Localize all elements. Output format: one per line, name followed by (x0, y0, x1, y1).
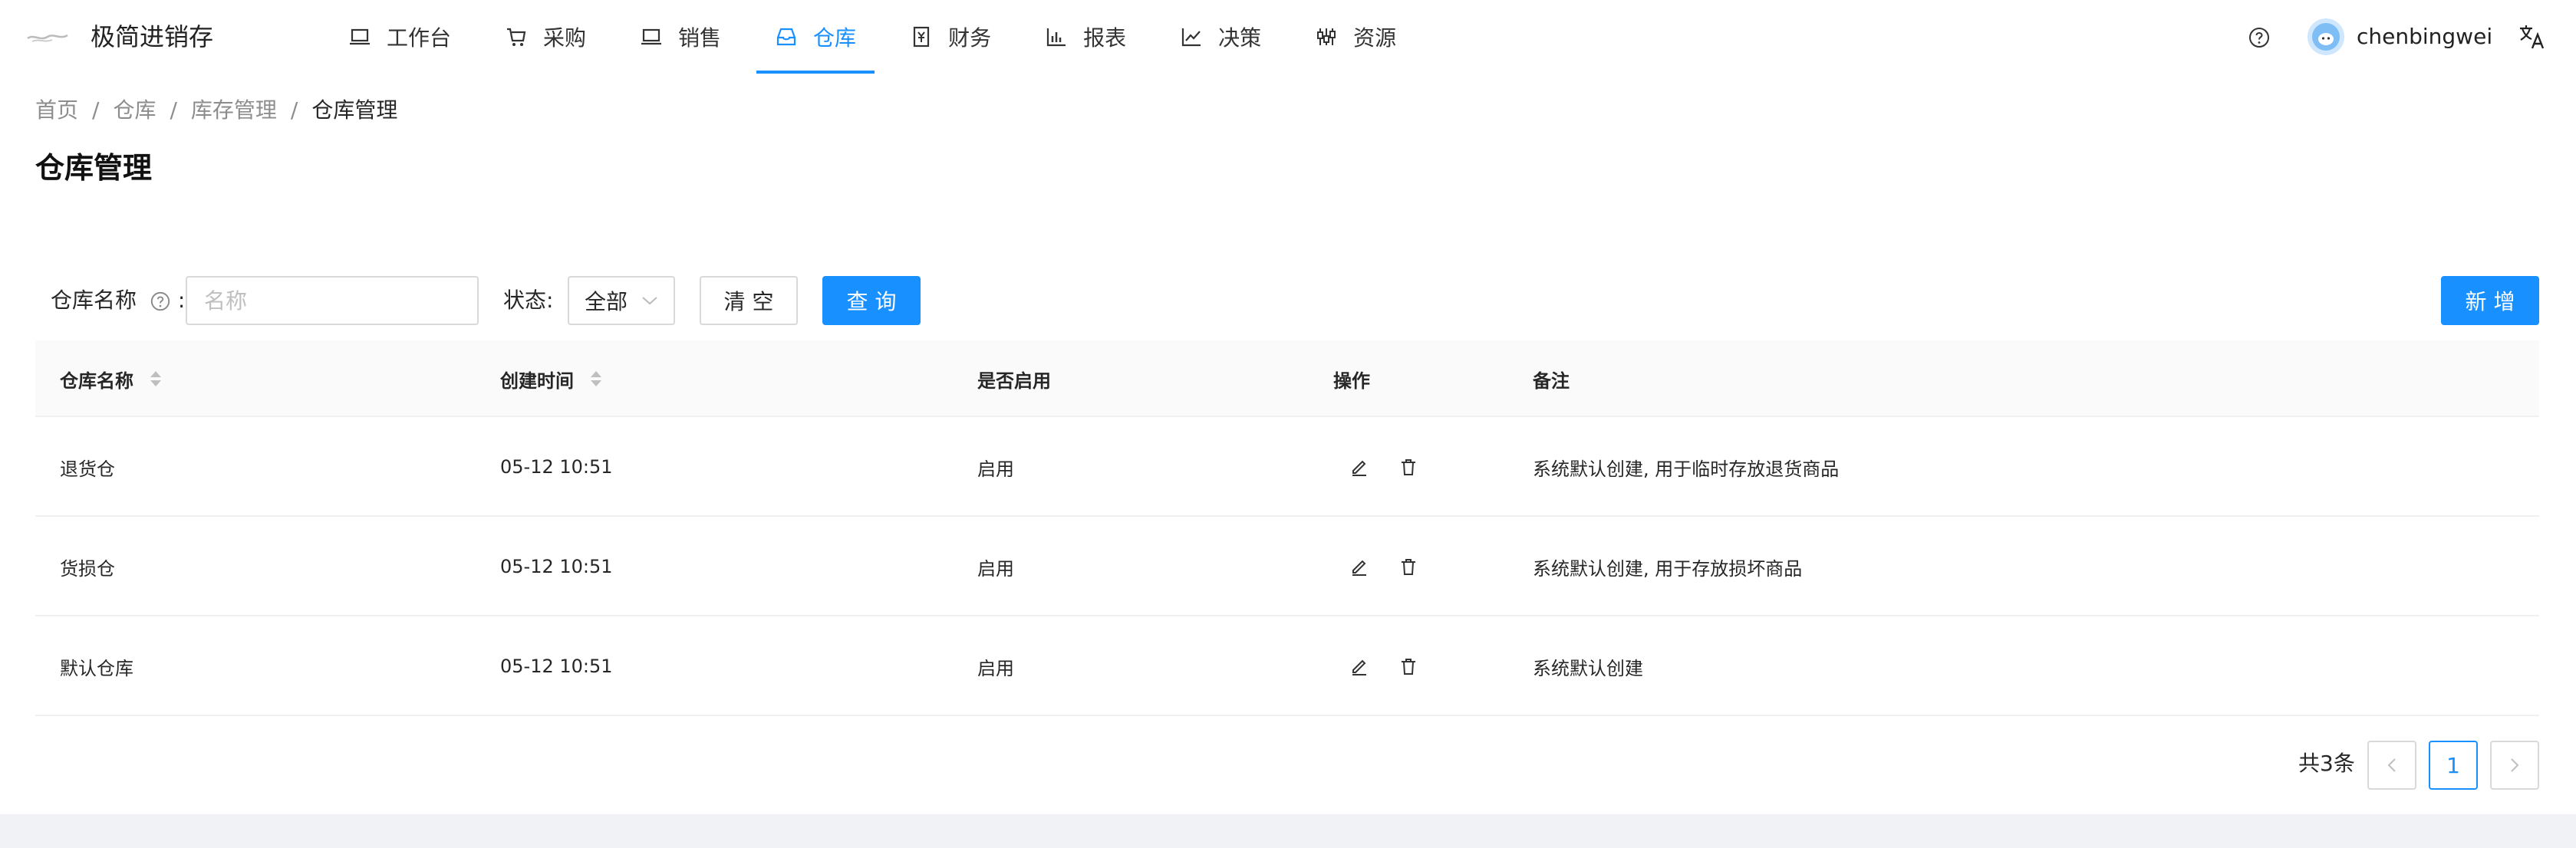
nav-label: 销售 (678, 25, 722, 51)
clear-button[interactable]: 清 空 (700, 276, 798, 325)
inbox-icon (776, 28, 796, 46)
column-header-note: 备注 (1533, 370, 1570, 392)
nav-label: 工作台 (387, 25, 452, 51)
edit-icon[interactable] (1349, 656, 1370, 677)
table-row: 默认仓库 05-12 10:51 启用 系统默认创建 (35, 616, 2539, 716)
cell-actions (1349, 517, 1419, 616)
filter-label-text: 仓库名称 (51, 288, 137, 313)
warehouse-name-input[interactable] (186, 276, 479, 325)
breadcrumb-separator: / (170, 97, 177, 123)
nav-label: 决策 (1218, 25, 1262, 51)
cell-enabled: 启用 (977, 458, 1014, 480)
delete-icon[interactable] (1398, 656, 1419, 677)
cell-enabled: 启用 (977, 657, 1014, 679)
breadcrumb-separator: / (92, 97, 100, 123)
nav-item-workbench[interactable]: 工作台 (330, 0, 469, 74)
breadcrumb-inventory[interactable]: 库存管理 (191, 95, 277, 126)
nav-item-warehouse[interactable]: 仓库 (756, 0, 875, 74)
column-header-created[interactable]: 创建时间 (500, 340, 601, 417)
main-nav: 工作台 采购 销售 仓库 财务 报表 决策 资源 (330, 0, 1431, 74)
query-button[interactable]: 查 询 (822, 276, 921, 325)
add-button[interactable]: 新 增 (2441, 276, 2539, 325)
breadcrumb-warehouse[interactable]: 仓库 (113, 95, 156, 126)
nav-label: 仓库 (813, 25, 857, 51)
filter-label-colon: : (177, 288, 186, 313)
breadcrumb: 首页 / 仓库 / 库存管理 / 仓库管理 (35, 95, 397, 126)
nav-item-decision[interactable]: 决策 (1161, 0, 1280, 74)
logo-icon (27, 34, 68, 42)
table-row: 退货仓 05-12 10:51 启用 系统默认创建, 用于临时存放退货商品 (35, 417, 2539, 517)
nav-label: 报表 (1083, 25, 1127, 51)
cell-note: 系统默认创建 (1533, 657, 1643, 679)
app-title: 极简进销存 (91, 22, 214, 51)
avatar-icon (2312, 23, 2340, 51)
avatar[interactable] (2308, 18, 2344, 55)
nav-item-sales[interactable]: 销售 (621, 0, 740, 74)
pagination-total: 共3条 (2298, 751, 2355, 776)
nav-label: 资源 (1353, 25, 1397, 51)
sort-icon[interactable] (591, 371, 601, 386)
column-header-name[interactable]: 仓库名称 (60, 340, 161, 417)
breadcrumb-separator: / (290, 97, 298, 123)
chevron-left-icon (2387, 758, 2396, 772)
breadcrumb-home[interactable]: 首页 (35, 95, 78, 126)
chevron-down-icon (642, 297, 657, 305)
cell-name: 退货仓 (60, 458, 115, 480)
cell-created: 05-12 10:51 (500, 556, 613, 577)
nav-label: 财务 (948, 25, 992, 51)
column-header-actions: 操作 (1333, 370, 1370, 392)
delete-icon[interactable] (1398, 456, 1419, 478)
pagination-next-button[interactable] (2490, 741, 2539, 790)
page-title: 仓库管理 (35, 151, 153, 185)
cell-name: 货损仓 (60, 557, 115, 580)
nav-item-reports[interactable]: 报表 (1026, 0, 1145, 74)
main-content: 首页 / 仓库 / 库存管理 / 仓库管理 仓库管理 仓库名称 : 状态: 全部… (0, 74, 2576, 814)
pagination-page-1[interactable]: 1 (2429, 741, 2478, 790)
status-filter-label: 状态: (503, 288, 554, 313)
nav-item-resources[interactable]: 资源 (1296, 0, 1415, 74)
cell-note: 系统默认创建, 用于临时存放退货商品 (1533, 458, 1840, 480)
column-title: 创建时间 (500, 370, 574, 392)
laptop-icon (641, 28, 662, 45)
sort-icon[interactable] (150, 371, 161, 386)
pagination-prev-button[interactable] (2367, 741, 2416, 790)
delete-icon[interactable] (1398, 556, 1419, 577)
cart-icon (507, 28, 526, 46)
cell-enabled: 启用 (977, 557, 1014, 580)
cell-created: 05-12 10:51 (500, 656, 613, 677)
warehouse-name-filter-label: 仓库名称 : (51, 285, 185, 316)
warehouse-table: 仓库名称 创建时间 是否启用 操作 备注 退货仓 05-12 10:51 启用 (35, 340, 2539, 716)
column-title: 仓库名称 (60, 370, 133, 392)
chevron-right-icon (2511, 758, 2519, 772)
cell-created: 05-12 10:51 (500, 456, 613, 478)
table-row: 货损仓 05-12 10:51 启用 系统默认创建, 用于存放损坏商品 (35, 517, 2539, 616)
nav-item-finance[interactable]: 财务 (891, 0, 1010, 74)
cell-actions (1349, 616, 1419, 716)
status-select[interactable]: 全部 (568, 276, 675, 325)
status-select-value: 全部 (585, 289, 628, 314)
nav-item-purchase[interactable]: 采购 (486, 0, 604, 74)
translate-icon[interactable] (2518, 23, 2545, 51)
account-book-icon (913, 26, 930, 48)
top-header: 极简进销存 工作台 采购 销售 仓库 财务 报表 决策 资源 chenbingw… (0, 0, 2576, 74)
cell-name: 默认仓库 (60, 657, 133, 679)
line-chart-icon (1181, 28, 1201, 47)
breadcrumb-current: 仓库管理 (311, 97, 398, 123)
column-header-enabled: 是否启用 (977, 370, 1051, 392)
cell-actions (1349, 417, 1419, 517)
nav-label: 采购 (543, 25, 587, 51)
laptop-icon (350, 28, 370, 45)
edit-icon[interactable] (1349, 456, 1370, 478)
username[interactable]: chenbingwei (2357, 20, 2492, 54)
table-header: 仓库名称 创建时间 是否启用 操作 备注 (35, 340, 2539, 417)
question-circle-icon[interactable] (150, 291, 171, 312)
sliders-icon (1317, 28, 1336, 45)
edit-icon[interactable] (1349, 556, 1370, 577)
bar-chart-icon (1046, 28, 1066, 47)
cell-note: 系统默认创建, 用于存放损坏商品 (1533, 557, 1803, 580)
question-circle-icon[interactable] (2248, 26, 2271, 49)
